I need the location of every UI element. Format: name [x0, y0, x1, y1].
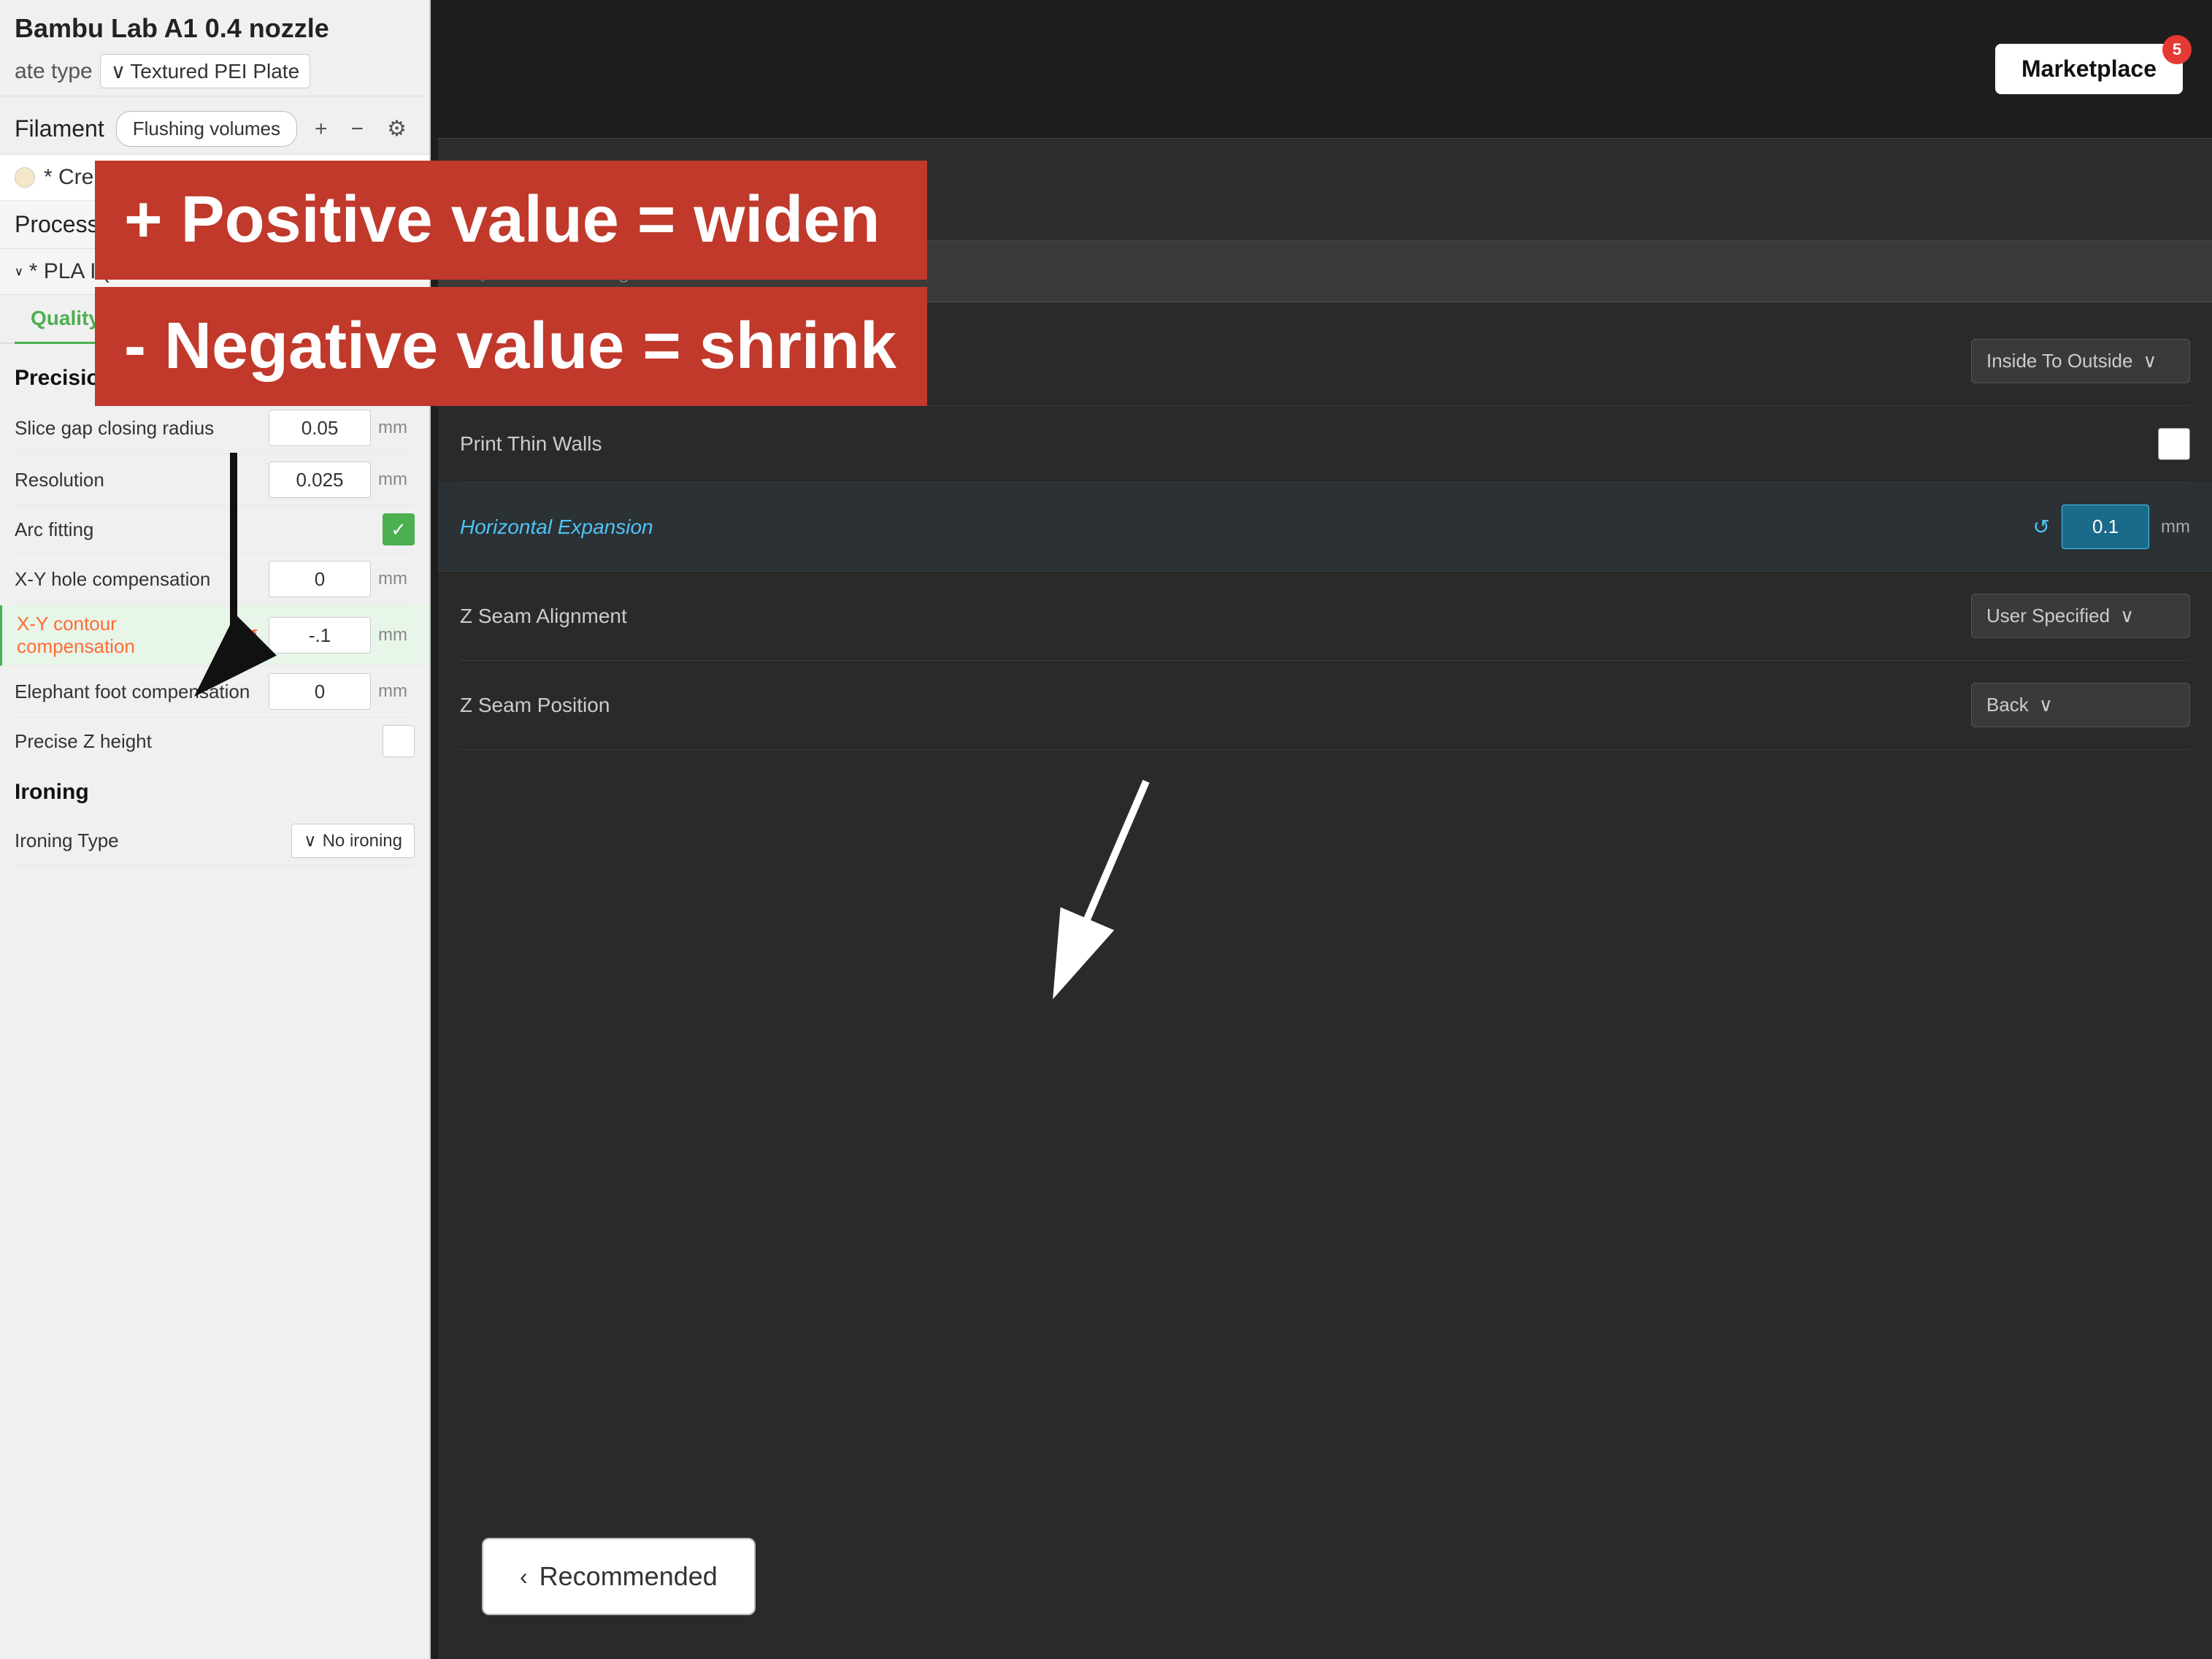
ironing-section: Ironing Ironing Type ∨ No ironing	[0, 765, 429, 866]
plate-type-label: ate type	[15, 59, 93, 84]
horizontal-expansion-row: Horizontal Expansion ↺ mm	[438, 483, 2212, 572]
setting-row-xy-contour: X-Y contour compensation ↺ -.1 mm	[0, 605, 429, 666]
horizontal-expansion-reset[interactable]: ↺	[2033, 515, 2050, 539]
print-thin-walls-label: Print Thin Walls	[460, 432, 2158, 456]
precise-z-checkbox[interactable]	[383, 725, 415, 757]
setting-row-precise-z: Precise Z height	[15, 718, 415, 765]
z-seam-alignment-label: Z Seam Alignment	[460, 605, 1971, 628]
xy-contour-label: X-Y contour compensation	[17, 613, 238, 658]
setting-row-xy-hole: X-Y hole compensation 0 mm	[15, 553, 415, 605]
z-seam-position-control: Back ∨	[1971, 683, 2190, 727]
z-seam-alignment-row: Z Seam Alignment User Specified ∨	[460, 572, 2190, 661]
xy-hole-value[interactable]: 0	[269, 561, 371, 597]
process-label: Process	[15, 211, 99, 238]
xy-hole-unit: mm	[378, 569, 415, 589]
chevron-down-wall: ∨	[2143, 350, 2157, 372]
negative-banner: - Negative value = shrink	[95, 287, 927, 406]
wall-ordering-control: Inside To Outside ∨	[1971, 339, 2190, 383]
recommended-label: Recommended	[539, 1561, 718, 1592]
plate-value: Textured PEI Plate	[130, 60, 299, 83]
marketplace-button[interactable]: Marketplace 5	[1995, 44, 2183, 94]
chevron-icon-pla: ∨	[15, 264, 23, 279]
machine-title: Bambu Lab A1 0.4 nozzle	[15, 13, 415, 44]
ironing-type-row: Ironing Type ∨ No ironing	[15, 816, 415, 866]
ironing-type-value: No ironing	[323, 831, 402, 851]
xy-hole-label: X-Y hole compensation	[15, 568, 261, 591]
right-top-bar: Marketplace 5	[438, 0, 2212, 139]
plate-row: ate type ∨ Textured PEI Plate	[15, 54, 415, 88]
marketplace-badge: 5	[2162, 35, 2192, 64]
filament-row: Filament Flushing volumes + − ⚙	[0, 96, 429, 155]
setting-row-resolution: Resolution 0.025 mm	[15, 454, 415, 506]
precision-section: Precision Slice gap closing radius 0.05 …	[0, 344, 429, 765]
negative-banner-text: - Negative value = shrink	[124, 310, 896, 383]
chevron-icon: ∨	[111, 59, 126, 83]
z-seam-alignment-value: User Specified	[1986, 605, 2110, 627]
horizontal-expansion-unit: mm	[2161, 517, 2190, 537]
marketplace-label: Marketplace	[2021, 55, 2157, 82]
z-seam-position-value: Back	[1986, 694, 2029, 716]
arc-fitting-checkbox[interactable]: ✓	[383, 513, 415, 545]
recommended-button-area[interactable]: ‹ Recommended	[482, 1538, 756, 1615]
chevron-down-z-pos: ∨	[2039, 694, 2053, 716]
slice-gap-unit: mm	[378, 418, 415, 438]
filament-label: Filament	[15, 115, 104, 142]
flushing-volumes-button[interactable]: Flushing volumes	[116, 111, 297, 147]
remove-filament-button[interactable]: −	[345, 114, 370, 145]
print-thin-walls-row: Print Thin Walls	[460, 406, 2190, 483]
chevron-left-icon: ‹	[520, 1563, 528, 1590]
arc-fitting-label: Arc fitting	[15, 518, 375, 541]
setting-row-slice-gap: Slice gap closing radius 0.05 mm	[15, 402, 415, 454]
xy-contour-unit: mm	[378, 625, 415, 645]
resolution-unit: mm	[378, 470, 415, 490]
resolution-value[interactable]: 0.025	[269, 461, 371, 498]
wall-ordering-dropdown[interactable]: Inside To Outside ∨	[1971, 339, 2190, 383]
filament-settings-button[interactable]: ⚙	[381, 113, 412, 145]
horizontal-expansion-label: Horizontal Expansion	[460, 516, 2033, 539]
slice-gap-value[interactable]: 0.05	[269, 410, 371, 446]
xy-contour-value[interactable]: -.1	[269, 617, 371, 654]
z-seam-alignment-dropdown[interactable]: User Specified ∨	[1971, 594, 2190, 638]
elephant-value[interactable]: 0	[269, 673, 371, 710]
horizontal-expansion-input[interactable]	[2062, 505, 2149, 549]
resolution-label: Resolution	[15, 469, 261, 491]
positive-banner-text: + Positive value = widen	[124, 183, 880, 256]
z-seam-position-row: Z Seam Position Back ∨	[460, 661, 2190, 750]
print-thin-walls-control	[2158, 428, 2190, 460]
ironing-title: Ironing	[15, 780, 415, 805]
z-seam-alignment-control: User Specified ∨	[1971, 594, 2190, 638]
xy-contour-reset-icon[interactable]: ↺	[245, 626, 258, 645]
setting-row-arc-fitting: Arc fitting ✓	[15, 506, 415, 553]
add-filament-button[interactable]: +	[309, 114, 334, 145]
precise-z-label: Precise Z height	[15, 730, 375, 753]
ironing-type-selector[interactable]: ∨ No ironing	[291, 824, 415, 858]
chevron-icon-ironing: ∨	[304, 830, 317, 851]
slice-gap-label: Slice gap closing radius	[15, 417, 261, 440]
z-seam-position-dropdown[interactable]: Back ∨	[1971, 683, 2190, 727]
overlay-banners: + Positive value = widen - Negative valu…	[95, 161, 927, 406]
wall-ordering-value: Inside To Outside	[1986, 350, 2132, 372]
elephant-label: Elephant foot compensation	[15, 681, 261, 703]
horizontal-expansion-control: ↺ mm	[2033, 505, 2190, 549]
plate-selector[interactable]: ∨ Textured PEI Plate	[100, 54, 310, 88]
elephant-unit: mm	[378, 681, 415, 702]
setting-row-elephant: Elephant foot compensation 0 mm	[15, 666, 415, 718]
creme-color-dot	[15, 167, 35, 188]
ironing-type-label: Ironing Type	[15, 830, 291, 852]
positive-banner: + Positive value = widen	[95, 161, 927, 280]
chevron-down-z-seam: ∨	[2120, 605, 2134, 627]
left-header: Bambu Lab A1 0.4 nozzle ate type ∨ Textu…	[0, 0, 429, 96]
z-seam-position-label: Z Seam Position	[460, 694, 1971, 717]
print-thin-walls-checkbox[interactable]	[2158, 428, 2190, 460]
